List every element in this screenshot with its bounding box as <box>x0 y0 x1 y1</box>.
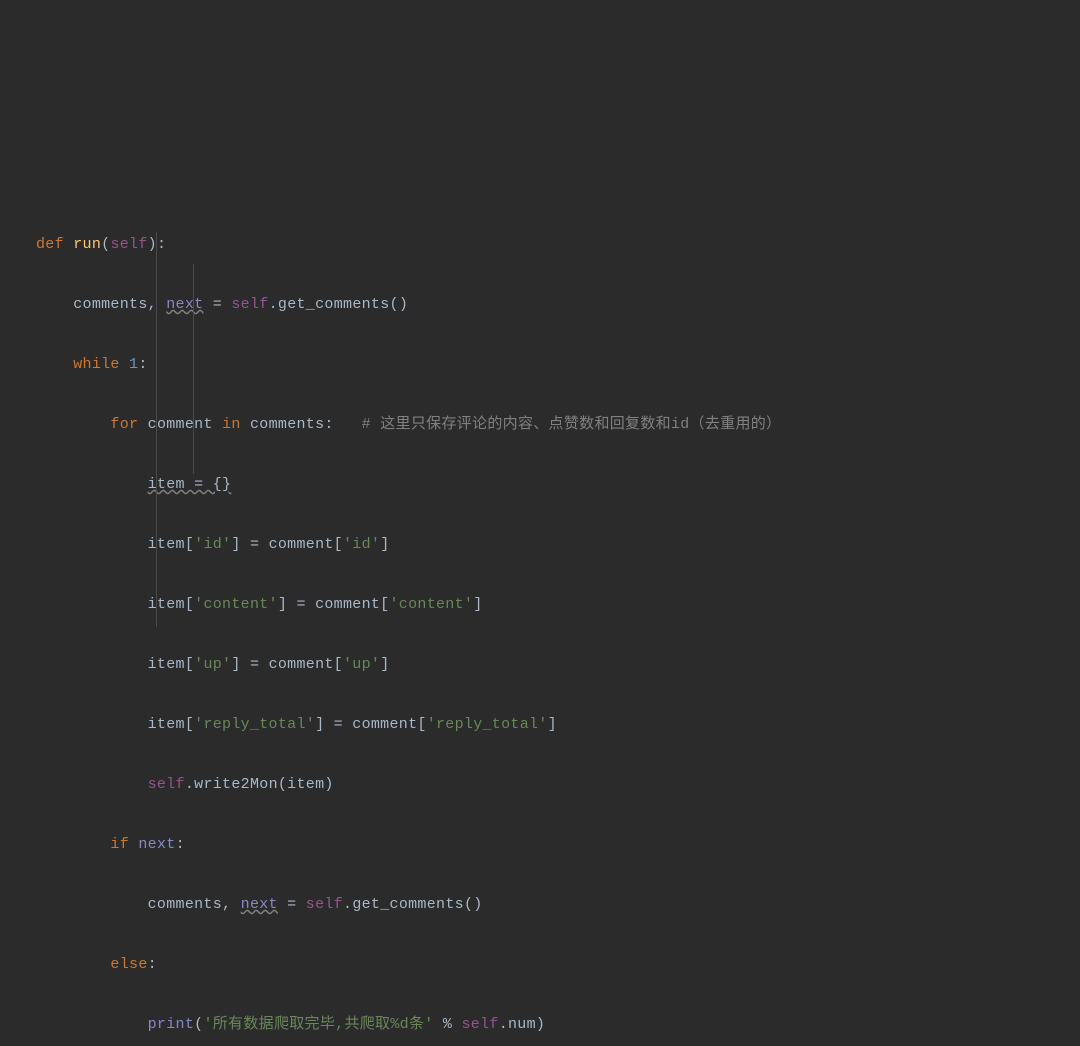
var: item[ <box>148 716 195 733</box>
keyword-if: if <box>110 836 129 853</box>
var: comments <box>250 416 324 433</box>
number: 1 <box>129 356 138 373</box>
var: comments <box>73 296 147 313</box>
string: 'content' <box>389 596 473 613</box>
sp <box>213 416 222 433</box>
code-line[interactable]: print('所有数据爬取完毕,共爬取%d条' % self.num) <box>36 1010 1062 1040</box>
dot: . <box>343 896 352 913</box>
colon: : <box>324 416 361 433</box>
code-editor[interactable]: def run(self): comments, next = self.get… <box>36 140 1062 1046</box>
bracket: ] = comment[ <box>278 596 390 613</box>
code-line[interactable]: item['reply_total'] = comment['reply_tot… <box>36 710 1062 740</box>
code-line[interactable]: else: <box>36 950 1062 980</box>
string: 'up' <box>343 656 380 673</box>
keyword-else: else <box>110 956 147 973</box>
self-ref: self <box>148 776 185 793</box>
string: 'reply_total' <box>194 716 315 733</box>
code-line[interactable]: comments, next = self.get_comments() <box>36 890 1062 920</box>
var: item[ <box>148 656 195 673</box>
string: 'id' <box>343 536 380 553</box>
sp <box>120 356 129 373</box>
self-ref: self <box>306 896 343 913</box>
dot: . <box>269 296 278 313</box>
keyword-in: in <box>222 416 241 433</box>
comment: # 这里只保存评论的内容、点赞数和回复数和id（去重用的） <box>362 416 782 433</box>
colon: : <box>138 356 147 373</box>
code-line[interactable]: def run(self): <box>36 230 1062 260</box>
keyword-for: for <box>110 416 138 433</box>
bracket: ] <box>473 596 482 613</box>
call: () <box>464 896 483 913</box>
method: write2Mon <box>194 776 278 793</box>
sp <box>129 836 138 853</box>
paren: ( <box>194 1016 203 1033</box>
colon: : <box>176 836 185 853</box>
string: '所有数据爬取完毕,共爬取%d条' <box>203 1016 433 1033</box>
attr: .num) <box>499 1016 546 1033</box>
eq: = <box>278 896 306 913</box>
var: comment <box>148 416 213 433</box>
bracket: ] = comment[ <box>231 536 343 553</box>
method: get_comments <box>352 896 464 913</box>
code-line[interactable]: item['content'] = comment['content'] <box>36 590 1062 620</box>
string: 'content' <box>194 596 278 613</box>
eq: = <box>203 296 231 313</box>
string: 'id' <box>194 536 231 553</box>
self-ref: self <box>461 1016 498 1033</box>
function-name: run <box>73 236 101 253</box>
keyword-def: def <box>36 236 64 253</box>
var: item[ <box>148 596 195 613</box>
code-line[interactable]: for comment in comments: # 这里只保存评论的内容、点赞… <box>36 410 1062 440</box>
string: 'up' <box>194 656 231 673</box>
sp <box>138 416 147 433</box>
code-line[interactable]: item['id'] = comment['id'] <box>36 530 1062 560</box>
bracket: ] <box>548 716 557 733</box>
bracket: ] = comment[ <box>315 716 427 733</box>
op: % <box>434 1016 462 1033</box>
indent-guide <box>156 232 157 627</box>
code-line[interactable]: item['up'] = comment['up'] <box>36 650 1062 680</box>
code-line[interactable]: self.write2Mon(item) <box>36 770 1062 800</box>
code-line[interactable]: item = {} <box>36 470 1062 500</box>
call: () <box>390 296 409 313</box>
builtin-next: next <box>138 836 175 853</box>
builtin-print: print <box>148 1016 195 1033</box>
keyword-while: while <box>73 356 120 373</box>
indent-guide <box>193 264 194 474</box>
code-line[interactable]: comments, next = self.get_comments() <box>36 290 1062 320</box>
method: get_comments <box>278 296 390 313</box>
bracket: ] <box>380 536 389 553</box>
bracket: ] = comment[ <box>231 656 343 673</box>
sp <box>241 416 250 433</box>
code-line[interactable]: if next: <box>36 830 1062 860</box>
builtin-next: next <box>241 896 278 913</box>
bracket: ] <box>380 656 389 673</box>
code-line[interactable]: while 1: <box>36 350 1062 380</box>
colon: : <box>148 956 157 973</box>
builtin-next: next <box>166 296 203 313</box>
dot: . <box>185 776 194 793</box>
self-ref: self <box>110 236 147 253</box>
comma: , <box>222 896 241 913</box>
string: 'reply_total' <box>427 716 548 733</box>
self-ref: self <box>231 296 268 313</box>
var: comments <box>148 896 222 913</box>
call: (item) <box>278 776 334 793</box>
var: item[ <box>148 536 195 553</box>
var-assign: item = {} <box>148 476 232 493</box>
